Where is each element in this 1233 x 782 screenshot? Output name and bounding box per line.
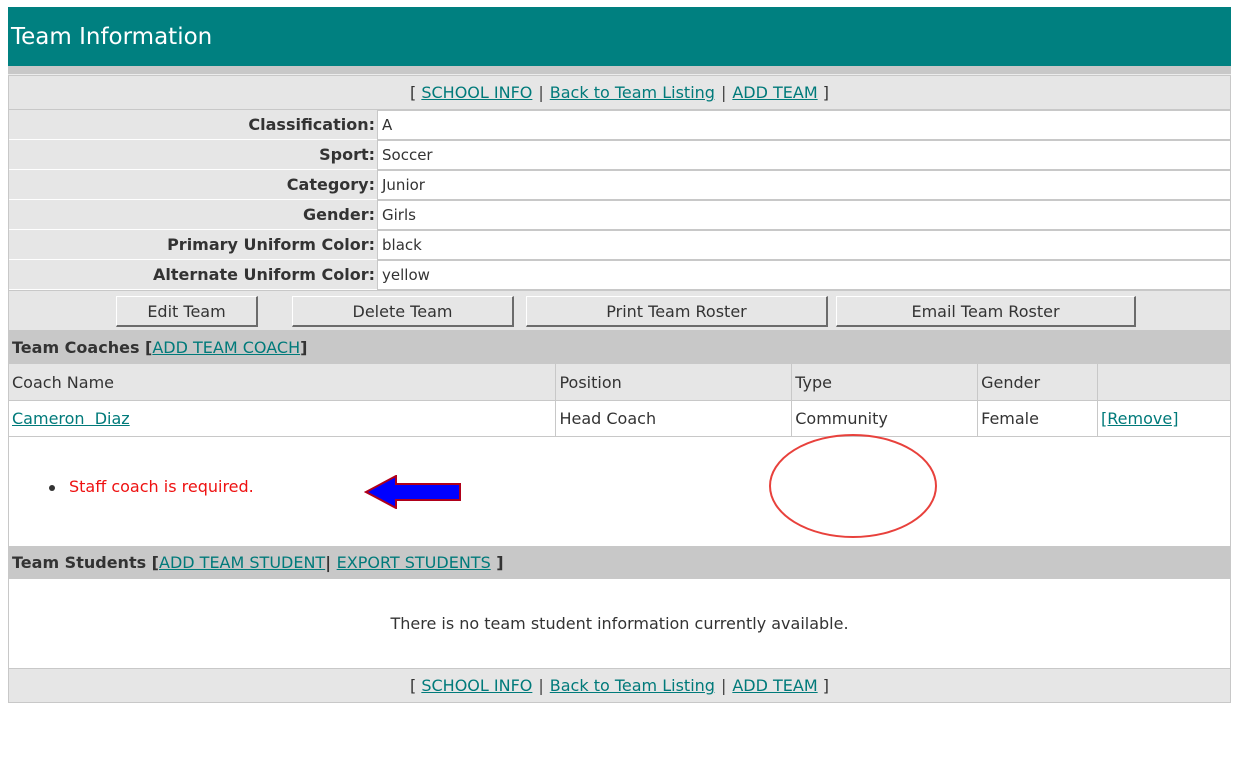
sport-label: Sport: [9, 140, 377, 170]
bullet-icon [49, 485, 55, 491]
bottom-links-bar: [ SCHOOL INFO | Back to Team Listing | A… [8, 668, 1231, 703]
primary-uniform-color-label: Primary Uniform Color: [9, 230, 377, 260]
column-header-position: Position [555, 364, 793, 401]
info-row-alternate-color: Alternate Uniform Color: yellow [8, 260, 1231, 290]
delete-team-button[interactable]: Delete Team [292, 296, 514, 327]
school-info-link[interactable]: SCHOOL INFO [421, 676, 532, 695]
gender-label: Gender: [9, 200, 377, 230]
primary-uniform-color-value: black [377, 230, 1230, 260]
bracket-close: ] [817, 676, 829, 695]
print-team-roster-button[interactable]: Print Team Roster [526, 296, 828, 327]
bracket-close: ] [490, 553, 504, 572]
category-value: Junior [377, 170, 1230, 200]
add-team-student-link[interactable]: ADD TEAM STUDENT [159, 553, 325, 572]
add-team-link[interactable]: ADD TEAM [732, 83, 817, 102]
coach-gender-cell: Female [977, 400, 1099, 437]
team-students-title: Team Students [12, 553, 147, 572]
column-header-coach-name: Coach Name [7, 364, 557, 401]
classification-label: Classification: [9, 110, 377, 140]
separator: | [325, 553, 337, 572]
bracket-close: ] [817, 83, 829, 102]
separator: | [538, 83, 544, 102]
team-information-panel: Team Information [ SCHOOL INFO | Back to… [7, 7, 1231, 703]
coach-name-link[interactable]: Cameron Diaz [12, 409, 130, 428]
bracket-open: [ [410, 83, 422, 102]
coaches-header-row: Coach Name Position Type Gender [7, 364, 1231, 401]
add-team-link[interactable]: ADD TEAM [732, 676, 817, 695]
bracket-open: [ [146, 553, 159, 572]
error-message: Staff coach is required. [49, 477, 254, 496]
bracket-open: [ [139, 338, 153, 357]
info-row-primary-color: Primary Uniform Color: black [8, 230, 1231, 260]
alternate-uniform-color-value: yellow [377, 260, 1230, 290]
team-info-table: Classification: A Sport: Soccer Category… [8, 110, 1231, 290]
info-row-sport: Sport: Soccer [8, 140, 1231, 170]
students-empty-message: There is no team student information cur… [8, 579, 1231, 668]
coach-position-cell: Head Coach [555, 400, 793, 437]
back-to-team-listing-link[interactable]: Back to Team Listing [550, 83, 715, 102]
team-students-heading: Team Students [ ADD TEAM STUDENT | EXPOR… [8, 546, 1231, 579]
title-divider [8, 66, 1231, 75]
separator: | [720, 83, 727, 102]
add-team-coach-link[interactable]: ADD TEAM COACH [152, 338, 300, 357]
export-students-link[interactable]: EXPORT STUDENTS [337, 553, 491, 572]
coach-type-cell: Community [791, 400, 979, 437]
separator: | [720, 676, 727, 695]
bracket-close: ] [300, 338, 308, 357]
team-actions-bar: Edit Team Delete Team Print Team Roster … [8, 290, 1231, 331]
validation-message-area: Staff coach is required. [8, 437, 1231, 546]
back-to-team-listing-link[interactable]: Back to Team Listing [550, 676, 715, 695]
remove-coach-link[interactable]: [Remove] [1101, 409, 1178, 428]
info-row-classification: Classification: A [8, 110, 1231, 140]
coaches-table: Coach Name Position Type Gender Cameron … [7, 364, 1231, 437]
page-title: Team Information [8, 7, 1231, 66]
coach-action-cell: [Remove] [1097, 400, 1231, 437]
category-label: Category: [9, 170, 377, 200]
team-coaches-heading: Team Coaches [ ADD TEAM COACH ] [8, 331, 1231, 364]
top-links-bar: [ SCHOOL INFO | Back to Team Listing | A… [8, 75, 1231, 110]
column-header-actions [1097, 364, 1231, 401]
separator: | [538, 676, 544, 695]
coach-name-cell: Cameron Diaz [7, 400, 557, 437]
table-row: Cameron Diaz Head Coach Community Female… [7, 400, 1231, 437]
email-team-roster-button[interactable]: Email Team Roster [836, 296, 1136, 327]
edit-team-button[interactable]: Edit Team [116, 296, 258, 327]
info-row-gender: Gender: Girls [8, 200, 1231, 230]
column-header-type: Type [791, 364, 979, 401]
bracket-open: [ [410, 676, 422, 695]
school-info-link[interactable]: SCHOOL INFO [421, 83, 532, 102]
alternate-uniform-color-label: Alternate Uniform Color: [9, 260, 377, 290]
classification-value: A [377, 110, 1230, 140]
left-arrow-icon [364, 475, 461, 509]
error-message-text: Staff coach is required. [69, 477, 254, 496]
sport-value: Soccer [377, 140, 1230, 170]
team-coaches-title: Team Coaches [12, 338, 140, 357]
info-row-category: Category: Junior [8, 170, 1231, 200]
gender-value: Girls [377, 200, 1230, 230]
column-header-gender: Gender [977, 364, 1099, 401]
